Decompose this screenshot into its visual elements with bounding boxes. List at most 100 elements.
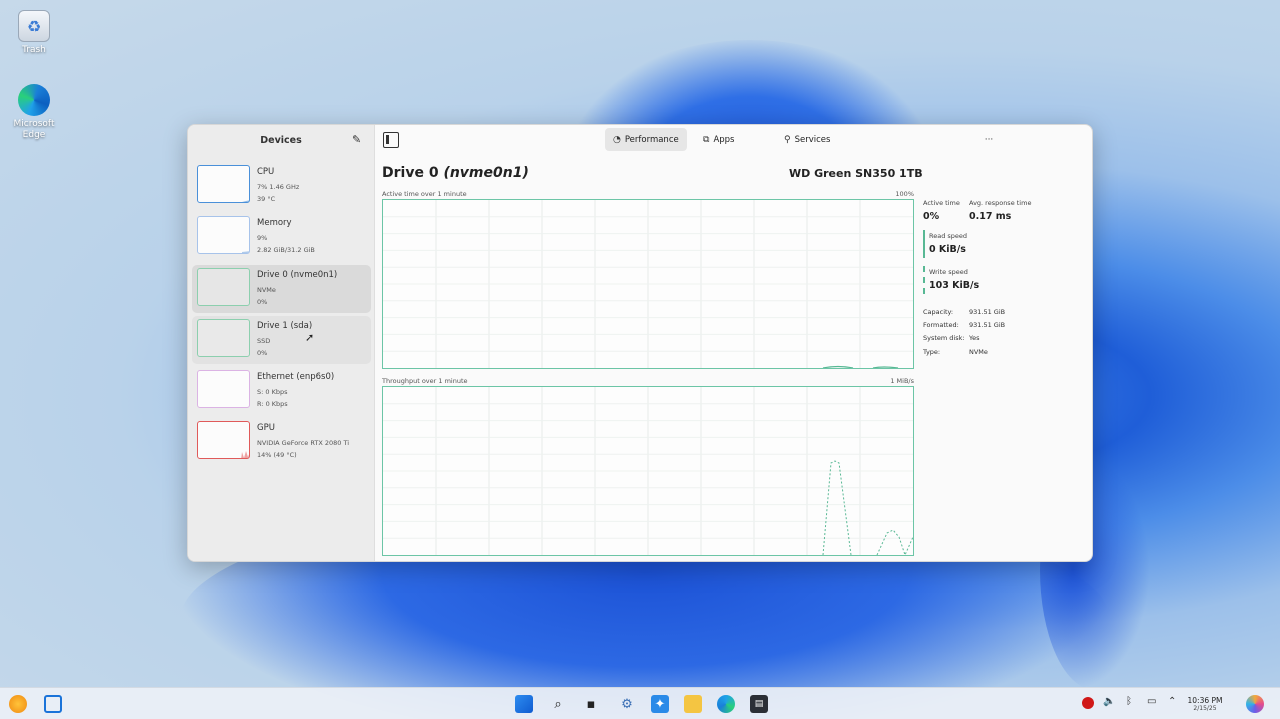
device-detail: 0% [257, 348, 268, 357]
throughput-graph [382, 386, 914, 556]
tab-performance[interactable]: ◔ Performance [605, 128, 687, 151]
device-item-memory[interactable]: Memory 9% 2.82 GiB/31.2 GiB [192, 213, 371, 261]
active-time-graph-svg [383, 200, 913, 368]
device-detail: S: 0 Kbps [257, 388, 288, 397]
device-detail: 0% [257, 297, 268, 306]
device-item-ethernet[interactable]: Ethernet (enp6s0) S: 0 Kbps R: 0 Kbps [192, 367, 371, 415]
weather-icon[interactable] [9, 695, 27, 713]
page-title-device: (nvme0n1) [443, 165, 529, 181]
mouse-cursor-icon: ➚ [305, 330, 315, 344]
device-detail: R: 0 Kbps [257, 400, 288, 409]
menu-icon[interactable]: ··· [982, 133, 996, 147]
graph-caption-active-time: Active time over 1 minute [382, 190, 467, 198]
property-key: Formatted: [923, 321, 959, 329]
device-name: Drive 1 (sda) [257, 320, 313, 331]
store-icon[interactable]: ✦ [651, 695, 669, 713]
throughput-graph-svg [383, 387, 913, 555]
system-monitor-icon[interactable]: ▤ [750, 695, 768, 713]
bluetooth-icon[interactable]: ᛒ [1126, 696, 1132, 707]
desktop-icon-label: Trash [22, 45, 46, 55]
file-explorer-icon[interactable] [684, 695, 702, 713]
sidebar-title: Devices [260, 134, 302, 146]
tab-label: Services [794, 134, 831, 145]
device-item-drive-1[interactable]: Drive 1 (sda) SSD 0% ➚ [192, 315, 371, 364]
edge-icon[interactable] [717, 695, 735, 713]
device-detail: 9% [257, 234, 268, 243]
sidebar-toggle-icon[interactable] [383, 132, 399, 148]
clock-time: 10:36 PM [1187, 696, 1223, 705]
write-speed-value: 103 KiB/s [929, 280, 980, 291]
desktop-icon-edge[interactable]: Microsoft Edge [4, 84, 64, 141]
tab-apps[interactable]: ⧉ Apps [695, 128, 742, 151]
graph-caption-throughput: Throughput over 1 minute [382, 377, 468, 385]
device-detail: NVIDIA GeForce RTX 2080 Ti [257, 439, 350, 448]
device-item-cpu[interactable]: CPU 7% 1.46 GHz 39 °C [192, 162, 371, 210]
edge-icon [18, 84, 50, 116]
property-key: Capacity: [923, 308, 954, 316]
graph-max-active-time: 100% [895, 190, 914, 198]
desktop-icon-label: Microsoft Edge [13, 119, 55, 140]
avg-response-value: 0.17 ms [969, 211, 1012, 222]
write-throughput-trace [822, 460, 913, 555]
device-detail: NVMe [257, 285, 276, 294]
device-detail: 14% (49 °C) [257, 451, 297, 460]
device-list: CPU 7% 1.46 GHz 39 °C Memory 9% 2.82 GiB… [192, 162, 371, 470]
widgets-icon[interactable] [44, 695, 62, 713]
read-speed-indicator [923, 230, 925, 258]
property-value: Yes [969, 334, 980, 342]
property-value: NVMe [969, 348, 988, 356]
toolbar: ◔ Performance ⧉ Apps ⚲ Services ··· – ▢ … [376, 125, 1092, 155]
desktop-icon-trash[interactable]: ♻ Trash [4, 10, 64, 56]
drive-1-thumbnail-graph [197, 318, 250, 357]
property-key: System disk: [923, 334, 965, 342]
sidebar: Devices ✎ CPU 7% 1.46 GHz 39 °C Memory 9… [188, 125, 375, 561]
avg-response-label: Avg. response time [969, 199, 1032, 207]
read-speed-value: 0 KiB/s [929, 244, 966, 255]
cpu-thumbnail-graph [197, 165, 250, 203]
active-time-value: 0% [923, 211, 940, 222]
page-title-text: Drive 0 [382, 165, 444, 181]
pencil-icon[interactable]: ✎ [352, 134, 364, 146]
tab-services[interactable]: ⚲ Services [776, 128, 838, 151]
gpu-thumbnail-graph [197, 421, 250, 460]
clock[interactable]: 10:36 PM 2/15/25 [1182, 696, 1228, 713]
device-detail: 39 °C [257, 195, 276, 203]
record-icon[interactable] [1082, 697, 1094, 709]
services-icon: ⚲ [784, 134, 791, 145]
apps-icon: ⧉ [703, 134, 710, 145]
tab-label: Performance [624, 134, 679, 145]
trash-icon: ♻ [18, 10, 50, 42]
device-name: Drive 0 (nvme0n1) [257, 269, 338, 280]
property-value: 931.51 GiB [969, 321, 1006, 329]
chevron-up-icon[interactable]: ⌃ [1168, 696, 1176, 707]
active-time-graph [382, 199, 914, 369]
device-detail: 2.82 GiB/31.2 GiB [257, 246, 315, 255]
property-value: 931.51 GiB [969, 308, 1006, 316]
device-item-gpu[interactable]: GPU NVIDIA GeForce RTX 2080 Ti 14% (49 °… [192, 418, 371, 466]
sidebar-header: Devices ✎ [188, 125, 374, 155]
property-key: Type: [923, 348, 941, 356]
copilot-icon[interactable] [1246, 695, 1264, 713]
active-time-label: Active time [923, 199, 960, 207]
search-icon[interactable]: ⌕ [549, 695, 567, 713]
device-name: Memory [257, 218, 292, 229]
gauge-icon: ◔ [613, 134, 621, 145]
volume-icon[interactable]: 🔈 [1103, 696, 1115, 707]
ethernet-thumbnail-graph [197, 370, 250, 409]
device-item-drive-0[interactable]: Drive 0 (nvme0n1) NVMe 0% [192, 264, 371, 313]
page-title: Drive 0 (nvme0n1) [382, 165, 529, 181]
drive-0-thumbnail-graph [197, 267, 250, 306]
device-detail: 7% 1.46 GHz [257, 183, 300, 191]
start-icon[interactable] [515, 695, 533, 713]
settings-icon[interactable]: ⚙ [618, 695, 636, 713]
terminal-icon[interactable]: ▪ [582, 695, 600, 713]
device-detail: SSD [257, 336, 271, 345]
device-name: CPU [257, 167, 275, 177]
clock-date: 2/15/25 [1193, 705, 1217, 712]
network-icon[interactable]: ▭ [1147, 696, 1156, 707]
taskbar: ⌕ ▪ ⚙ ✦ ▤ 🔈 ᛒ ▭ ⌃ 10:36 PM 2/15/25 [0, 687, 1280, 719]
tab-label: Apps [713, 134, 735, 145]
memory-thumbnail-graph [197, 216, 250, 255]
system-monitor-window: Devices ✎ CPU 7% 1.46 GHz 39 °C Memory 9… [187, 124, 1093, 562]
device-name: Ethernet (enp6s0) [257, 372, 335, 383]
